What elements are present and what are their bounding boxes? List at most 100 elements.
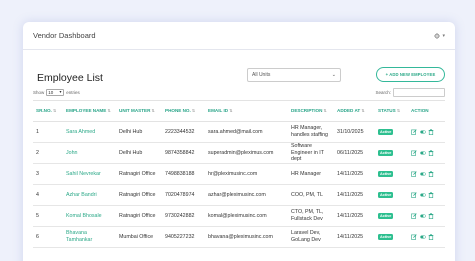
gear-icon: [434, 32, 441, 39]
status-cell: Active: [375, 121, 408, 143]
toggle-icon[interactable]: [419, 192, 427, 198]
edit-icon[interactable]: [411, 129, 417, 135]
table-row: 1 Sara Ahmed Delhi Hub 2223344532 sara.a…: [33, 121, 445, 143]
unit-cell: Delhi Hub: [116, 121, 162, 143]
action-cell: [408, 163, 445, 185]
chevron-down-icon: ▼: [58, 90, 63, 94]
entries-control: Show 10 ▼ entries: [33, 88, 80, 96]
delete-icon[interactable]: [428, 171, 434, 177]
column-header[interactable]: EMAIL ID⇅: [205, 100, 288, 122]
phone-cell: 9405227232: [162, 226, 205, 248]
status-badge: Active: [378, 233, 394, 241]
email-cell: bhavana@pleximusinc.com: [205, 226, 288, 248]
delete-icon[interactable]: [428, 150, 434, 156]
unit-cell: Ratnagiri Office: [116, 184, 162, 206]
column-header[interactable]: EMPLOYEE NAME⇅: [63, 100, 116, 122]
unit-cell: Ratnagiri Office: [116, 163, 162, 185]
toggle-icon[interactable]: [419, 171, 427, 177]
chevron-down-icon: ▾: [442, 32, 445, 39]
table-row: 6 Bhavana Tamhankar Mumbai Office 940522…: [33, 226, 445, 248]
dashboard-card: Vendor Dashboard ▾ Employee List All Uni…: [23, 22, 455, 261]
toggle-icon[interactable]: [419, 129, 427, 135]
email-cell: superadmin@pleximus.com: [205, 142, 288, 164]
search-label: Search:: [375, 89, 391, 95]
email-cell: sara.ahmed@mail.com: [205, 121, 288, 143]
toggle-icon[interactable]: [419, 234, 427, 240]
status-badge: Active: [378, 191, 394, 199]
status-cell: Active: [375, 163, 408, 185]
entries-label: entries: [66, 89, 80, 95]
toggle-icon[interactable]: [419, 213, 427, 219]
settings-menu[interactable]: ▾: [434, 33, 445, 39]
sr-no-cell: 6: [33, 226, 63, 248]
employee-name-link[interactable]: John: [63, 142, 116, 164]
delete-icon[interactable]: [428, 213, 434, 219]
show-label: Show: [33, 89, 45, 95]
column-header[interactable]: PHONE NO.⇅: [162, 100, 205, 122]
table-row: 5 Komal Bhosale Ratnagiri Office 9730242…: [33, 205, 445, 227]
status-badge: Active: [378, 128, 394, 136]
sort-icon: ⇅: [151, 108, 155, 114]
sr-no-cell: 4: [33, 184, 63, 206]
unit-filter-value: All Units: [252, 72, 271, 78]
phone-cell: 7020478974: [162, 184, 205, 206]
added-at-cell: 14/11/2025: [334, 163, 375, 185]
column-header[interactable]: SR.NO.⇅: [33, 100, 63, 122]
status-badge: Active: [378, 149, 394, 157]
phone-cell: 9874358842: [162, 142, 205, 164]
sr-no-cell: 5: [33, 205, 63, 227]
sr-no-cell: 3: [33, 163, 63, 185]
status-badge: Active: [378, 170, 394, 178]
sort-icon: ⇅: [52, 108, 57, 114]
edit-icon[interactable]: [411, 213, 417, 219]
table-row: 2 John Delhi Hub 9874358842 superadmin@p…: [33, 142, 445, 164]
description-cell: COO, PM, TL: [288, 184, 334, 206]
delete-icon[interactable]: [428, 192, 434, 198]
phone-cell: 7498838188: [162, 163, 205, 185]
sort-icon: ⇅: [361, 108, 365, 114]
description-cell: HR Manager: [288, 163, 334, 185]
action-cell: [408, 226, 445, 248]
sr-no-cell: 1: [33, 121, 63, 143]
employee-name-link[interactable]: Komal Bhosale: [63, 205, 116, 227]
edit-icon[interactable]: [411, 192, 417, 198]
employee-name-link[interactable]: Sahil Nevrekar: [63, 163, 116, 185]
status-cell: Active: [375, 205, 408, 227]
add-employee-button[interactable]: + ADD NEW EMPLOYEE: [376, 67, 445, 82]
toggle-icon[interactable]: [419, 150, 427, 156]
description-cell: Software Engineer in IT dept: [288, 142, 334, 164]
edit-icon[interactable]: [411, 234, 417, 240]
edit-icon[interactable]: [411, 171, 417, 177]
search-input[interactable]: [393, 87, 445, 97]
column-header[interactable]: DESCRIPTION⇅: [288, 100, 334, 122]
delete-icon[interactable]: [428, 129, 434, 135]
unit-filter-select[interactable]: All Units ⌄: [247, 68, 341, 82]
status-cell: Active: [375, 184, 408, 206]
added-at-cell: 14/11/2025: [334, 184, 375, 206]
employee-name-link[interactable]: Azhar Bandri: [63, 184, 116, 206]
action-cell: [408, 205, 445, 227]
column-header[interactable]: STATUS⇅: [375, 100, 408, 122]
table-row: 4 Azhar Bandri Ratnagiri Office 70204789…: [33, 184, 445, 206]
edit-icon[interactable]: [411, 150, 417, 156]
status-badge: Active: [378, 212, 394, 220]
sort-icon: ⇅: [323, 108, 327, 114]
page-title: Employee List: [37, 72, 103, 84]
employee-name-link[interactable]: Bhavana Tamhankar: [63, 226, 116, 248]
action-cell: [408, 142, 445, 164]
chevron-down-icon: ⌄: [331, 72, 336, 78]
status-cell: Active: [375, 142, 408, 164]
column-header[interactable]: ADDED AT⇅: [334, 100, 375, 122]
column-header[interactable]: UNIT MASTER⇅: [116, 100, 162, 122]
entries-value: 10: [48, 89, 54, 95]
unit-cell: Mumbai Office: [116, 226, 162, 248]
description-cell: Laravel Dev, GoLang Dev: [288, 226, 334, 248]
employee-name-link[interactable]: Sara Ahmed: [63, 121, 116, 143]
delete-icon[interactable]: [428, 234, 434, 240]
email-cell: hr@pleximusinc.com: [205, 163, 288, 185]
search-control: Search:: [375, 87, 445, 97]
entries-select[interactable]: 10 ▼: [46, 88, 65, 96]
column-header: ACTION: [408, 100, 445, 122]
email-cell: komal@pleximusinc.com: [205, 205, 288, 227]
phone-cell: 9730242882: [162, 205, 205, 227]
